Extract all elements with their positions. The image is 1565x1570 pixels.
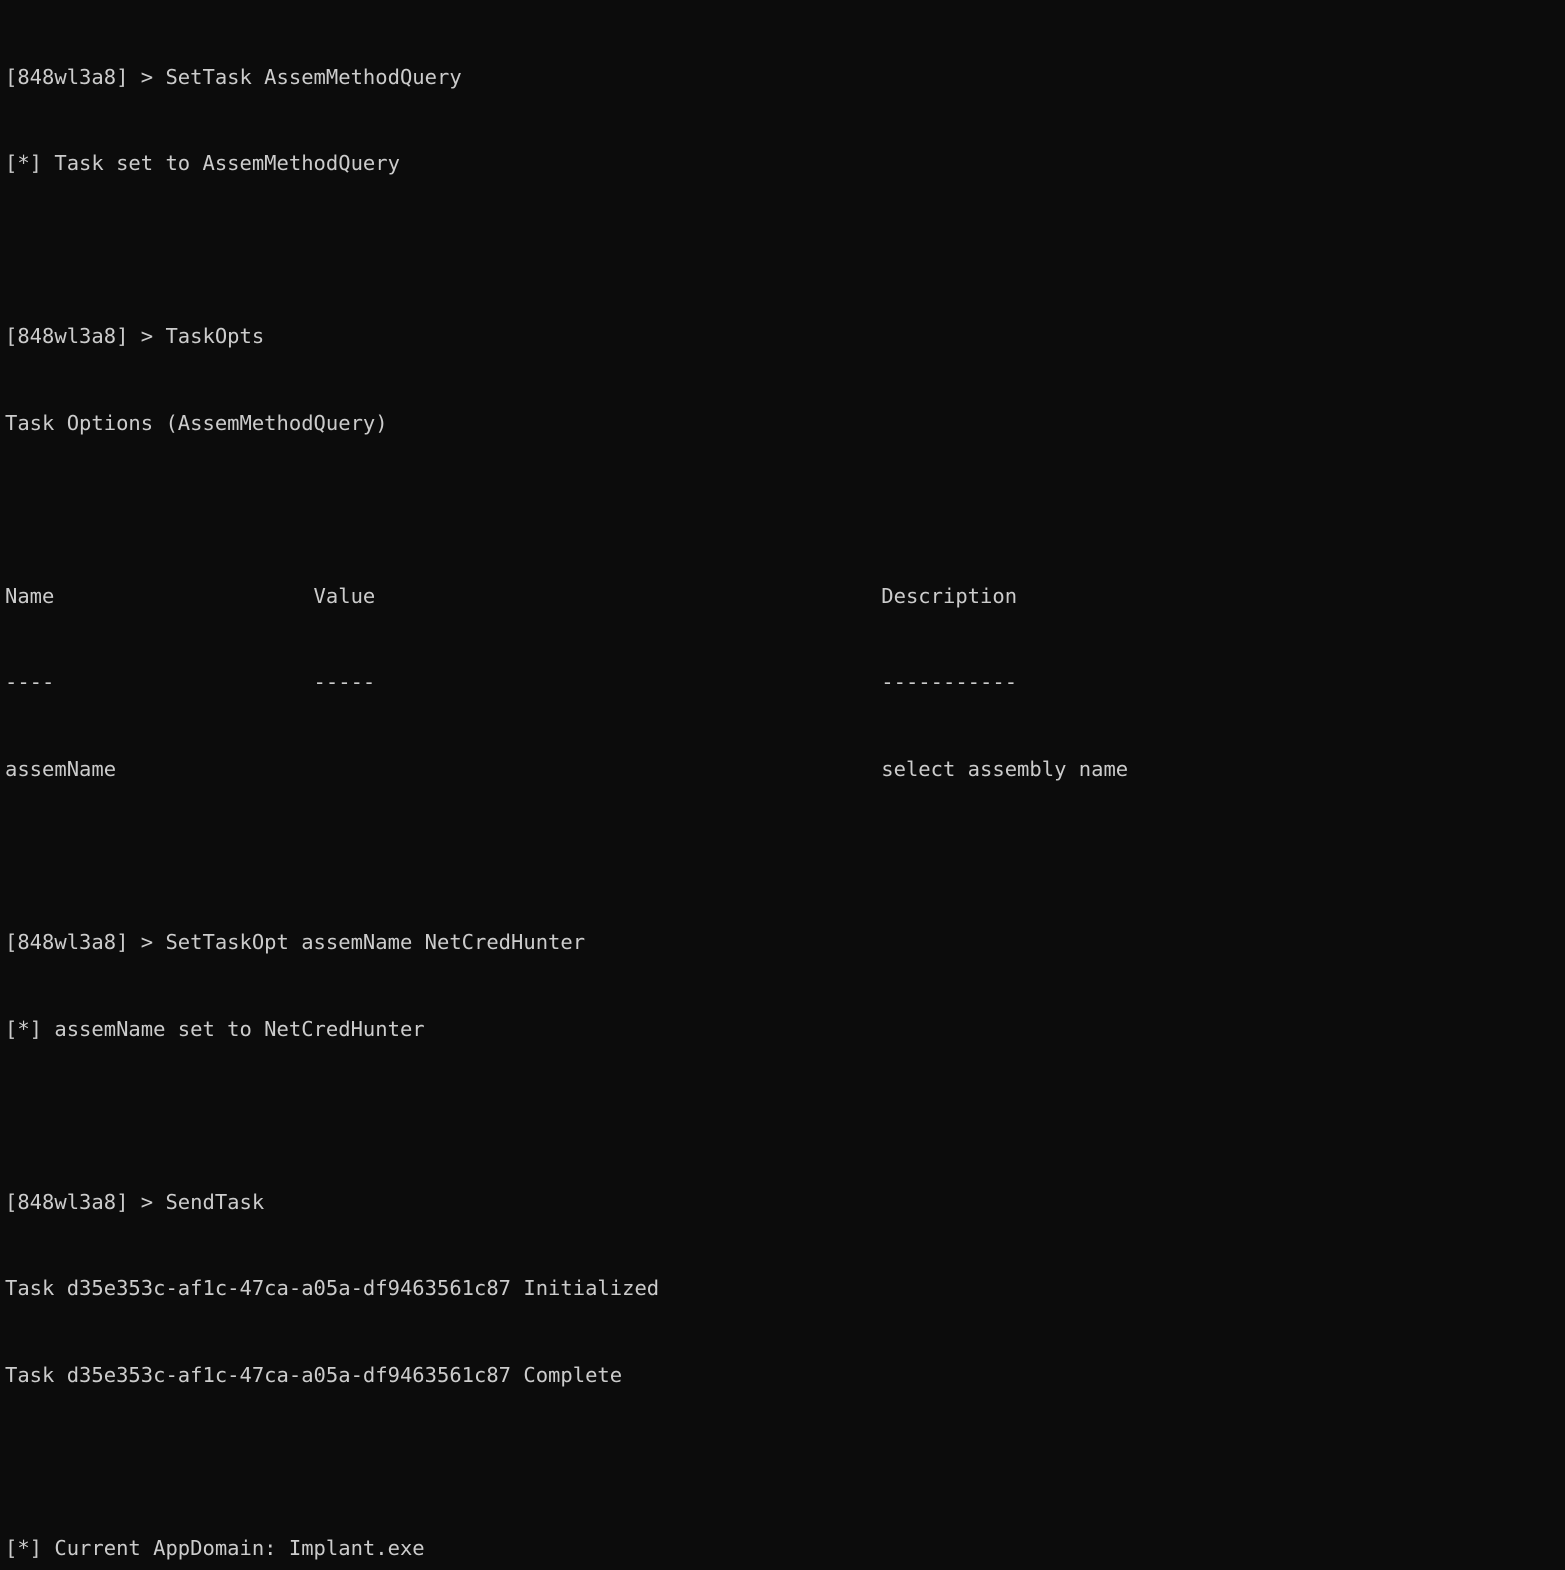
terminal-line: [848wl3a8] > SetTaskOpt assemName NetCre… <box>5 930 586 954</box>
terminal-line: [*] Task set to AssemMethodQuery <box>5 151 400 176</box>
terminal-line: Task Options (AssemMethodQuery) <box>5 410 388 435</box>
terminal-line: [848wl3a8] > SendTask <box>5 1189 265 1214</box>
terminal-line: [*] Current AppDomain: Implant.exe <box>5 1535 425 1560</box>
terminal-line: Task d35e353c-af1c-47ca-a05a-df9463561c8… <box>5 1362 623 1387</box>
terminal-table-separator: ---- ----- ----------- <box>5 670 1018 695</box>
terminal-line: [848wl3a8] > SetTask AssemMethodQuery <box>5 64 462 89</box>
terminal-line: [*] assemName set to NetCredHunter <box>5 1016 425 1041</box>
terminal-line: [848wl3a8] > TaskOpts <box>5 324 265 349</box>
terminal-table-header: Name Value Description <box>5 583 1018 608</box>
terminal-output-pane[interactable]: [848wl3a8] > SetTask AssemMethodQuery [*… <box>0 0 1565 1560</box>
terminal-table-row: assemName select assembly name <box>5 756 1129 781</box>
terminal-line: Task d35e353c-af1c-47ca-a05a-df9463561c8… <box>5 1276 660 1301</box>
